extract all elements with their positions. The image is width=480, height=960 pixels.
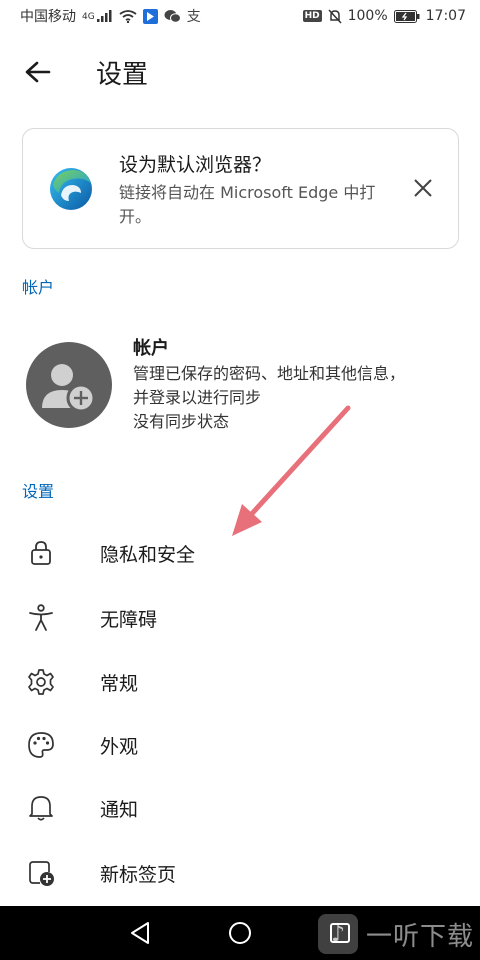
status-left: 中国移动 4G 支 xyxy=(20,6,201,26)
account-row[interactable]: 帐户 管理已保存的密码、地址和其他信息， 并登录以进行同步 没有同步状态 xyxy=(0,320,480,450)
back-button[interactable] xyxy=(18,52,58,92)
menu-item-general[interactable]: 常规 xyxy=(0,651,480,713)
avatar xyxy=(26,342,112,428)
account-description-line1: 管理已保存的密码、地址和其他信息， xyxy=(133,364,406,383)
network-type: 4G xyxy=(82,12,95,22)
alipay-icon: 支 xyxy=(186,9,201,25)
close-icon xyxy=(414,179,432,197)
page-title: 设置 xyxy=(96,59,149,90)
settings-section-label: 设置 xyxy=(22,482,55,501)
menu-label-accessibility: 无障碍 xyxy=(100,608,158,631)
account-title: 帐户 xyxy=(133,338,169,359)
close-banner-button[interactable] xyxy=(408,173,438,203)
clock: 17:07 xyxy=(425,8,466,24)
hd-badge: HD xyxy=(302,10,322,22)
add-user-icon xyxy=(42,364,96,413)
accessibility-icon xyxy=(26,603,56,633)
signal-icon xyxy=(96,10,113,22)
account-text: 帐户 管理已保存的密码、地址和其他信息， 并登录以进行同步 没有同步状态 xyxy=(133,336,453,434)
menu-label-notifications: 通知 xyxy=(100,798,139,821)
menu-item-privacy[interactable]: 隐私和安全 xyxy=(0,522,480,584)
account-section-label: 帐户 xyxy=(22,278,55,297)
sync-status: 没有同步状态 xyxy=(133,412,230,431)
watermark-text: 一听下载 xyxy=(366,921,475,952)
watermark-logo-icon: ♪ xyxy=(318,914,358,954)
banner-title: 设为默认浏览器？ xyxy=(119,154,272,176)
back-arrow-icon xyxy=(25,61,51,83)
menu-item-appearance[interactable]: 外观 xyxy=(0,714,480,776)
gear-icon xyxy=(26,667,56,697)
menu-label-privacy: 隐私和安全 xyxy=(100,543,196,566)
menu-label-appearance: 外观 xyxy=(100,735,139,758)
menu-item-new-tab[interactable]: 新标签页 xyxy=(0,842,480,904)
bell-icon xyxy=(26,793,56,823)
nav-home-button[interactable] xyxy=(220,913,260,953)
battery-icon xyxy=(393,9,420,23)
nav-back-button[interactable] xyxy=(120,913,160,953)
circle-home-icon xyxy=(229,922,251,944)
lock-icon xyxy=(26,538,56,568)
edge-logo-icon xyxy=(47,165,95,213)
mute-bell-icon xyxy=(328,8,342,24)
default-browser-banner[interactable]: 设为默认浏览器？ 链接将自动在 Microsoft Edge 中打开。 xyxy=(22,128,459,249)
menu-label-general: 常规 xyxy=(100,672,139,695)
app-notification-icon xyxy=(142,8,158,24)
account-description-line2: 并登录以进行同步 xyxy=(133,388,262,407)
carrier-name: 中国移动 xyxy=(20,9,76,25)
banner-text: 设为默认浏览器？ 链接将自动在 Microsoft Edge 中打开。 xyxy=(119,151,399,229)
status-bar: 中国移动 4G 支 HD 100% 17:07 xyxy=(0,0,480,32)
app-header: 设置 xyxy=(0,40,480,104)
new-tab-icon xyxy=(26,858,56,888)
menu-item-accessibility[interactable]: 无障碍 xyxy=(0,587,480,649)
watermark: ♪ 一听下载 xyxy=(318,912,474,956)
menu-item-notifications[interactable]: 通知 xyxy=(0,777,480,839)
status-right: HD 100% 17:07 xyxy=(302,8,466,24)
menu-label-new-tab: 新标签页 xyxy=(100,863,177,886)
battery-percent: 100% xyxy=(347,8,388,24)
triangle-back-icon xyxy=(131,922,149,944)
banner-description: 链接将自动在 Microsoft Edge 中打开。 xyxy=(119,183,376,226)
wechat-icon xyxy=(164,9,181,23)
palette-icon xyxy=(26,730,56,760)
wifi-icon xyxy=(119,9,137,23)
